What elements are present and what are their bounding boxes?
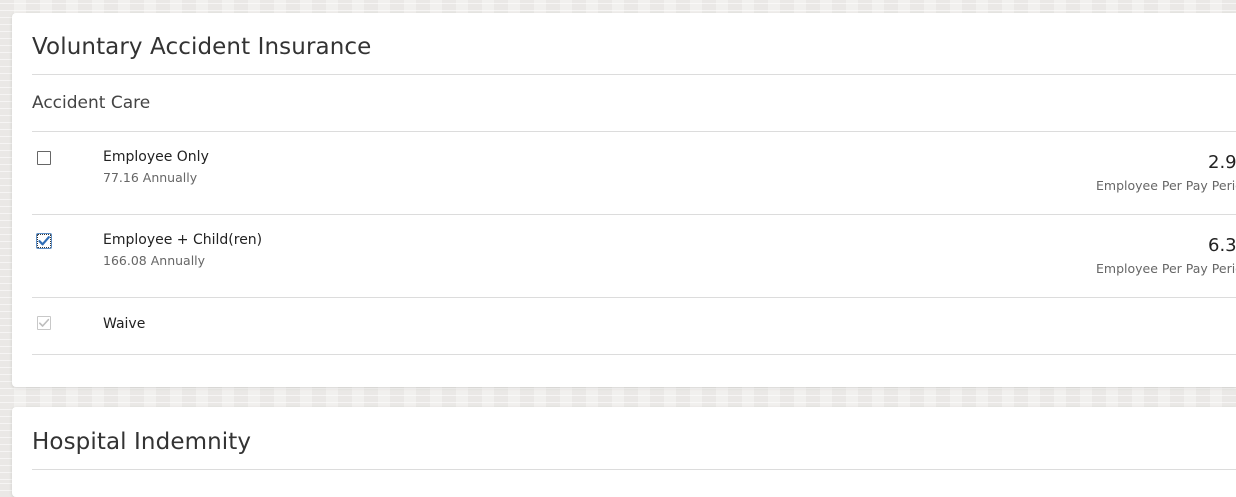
option-label: Employee Only bbox=[103, 149, 209, 165]
option-pay-period-label: Employee Per Pay Perio bbox=[1096, 178, 1236, 193]
voluntary-accident-insurance-card: Voluntary Accident Insurance Accident Ca… bbox=[12, 13, 1236, 387]
option-pay-period-amount: 2.9 bbox=[1208, 152, 1236, 173]
plan-name: Accident Care bbox=[32, 93, 151, 113]
option-employee-only[interactable]: Employee Only 77.16 Annually 2.9 Employe… bbox=[12, 132, 1236, 214]
divider bbox=[32, 469, 1236, 470]
option-waive[interactable]: Waive bbox=[12, 298, 1236, 354]
waive-checkbox[interactable] bbox=[37, 316, 51, 330]
divider bbox=[32, 74, 1236, 75]
hospital-indemnity-card: Hospital Indemnity bbox=[12, 407, 1236, 497]
employee-only-checkbox[interactable] bbox=[37, 151, 51, 165]
option-annual-cost: 77.16 Annually bbox=[103, 170, 198, 185]
option-employee-children[interactable]: Employee + Child(ren) 166.08 Annually 6.… bbox=[12, 215, 1236, 297]
check-icon bbox=[39, 318, 50, 327]
section-title: Hospital Indemnity bbox=[32, 429, 252, 455]
check-icon bbox=[38, 236, 50, 246]
option-pay-period-label: Employee Per Pay Perio bbox=[1096, 261, 1236, 276]
option-annual-cost: 166.08 Annually bbox=[103, 253, 206, 268]
employee-children-checkbox[interactable] bbox=[36, 233, 52, 249]
option-label: Employee + Child(ren) bbox=[103, 232, 263, 248]
option-pay-period-amount: 6.3 bbox=[1208, 235, 1236, 256]
section-title: Voluntary Accident Insurance bbox=[32, 34, 372, 60]
divider bbox=[32, 354, 1236, 355]
option-label: Waive bbox=[103, 316, 146, 332]
